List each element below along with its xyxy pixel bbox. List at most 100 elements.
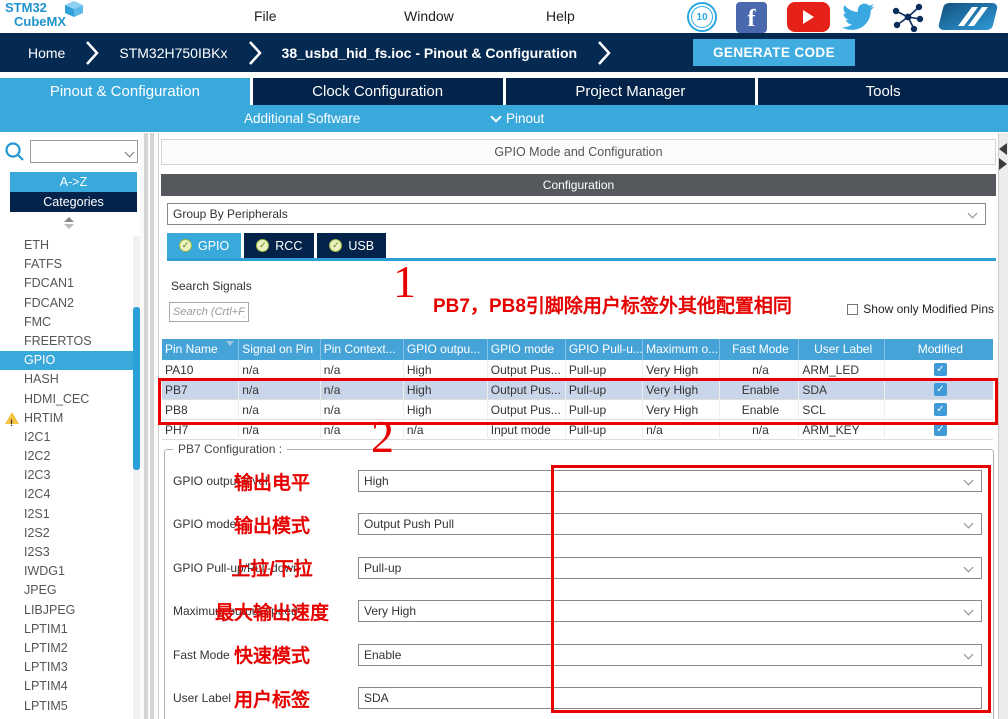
sidebar-peripheral-item[interactable]: FATFS <box>0 255 133 274</box>
sidebar-peripheral-item[interactable]: HRTIM <box>0 409 133 428</box>
sidebar-peripheral-item[interactable]: LPTIM2 <box>0 639 133 658</box>
peripheral-tab[interactable]: ✓ GPIO <box>167 233 241 258</box>
sidebar-peripheral-item[interactable]: I2C4 <box>0 485 133 504</box>
mode-config-header[interactable]: GPIO Mode and Configuration <box>161 139 996 165</box>
list-resize-handle[interactable] <box>64 217 74 229</box>
sidebar-peripheral-item[interactable]: LPTIM1 <box>0 620 133 639</box>
sidebar-peripheral-item[interactable]: I2C2 <box>0 447 133 466</box>
peripheral-tab[interactable]: ✓ USB <box>317 233 386 258</box>
sidebar-peripheral-item[interactable]: FREERTOS <box>0 332 133 351</box>
collapse-right-icon[interactable] <box>999 158 1007 170</box>
tab-project-manager[interactable]: Project Manager <box>506 78 756 105</box>
modified-checkbox[interactable]: ✓ <box>934 423 947 436</box>
breadcrumb-mcu[interactable]: STM32H750IBKx <box>119 45 227 61</box>
tab-tools[interactable]: Tools <box>758 78 1008 105</box>
config-value-dropdown[interactable]: Very High <box>358 600 982 622</box>
table-row[interactable]: PH7 n/a n/a n/a Input mode Pull-up n/a n… <box>162 420 993 440</box>
config-row: User Label 用户标签 SDA <box>173 687 982 709</box>
sidebar-scrollbar[interactable] <box>133 236 140 719</box>
sidebar-peripheral-item[interactable]: I2C1 <box>0 428 133 447</box>
config-value-dropdown[interactable]: Pull-up <box>358 557 982 579</box>
sidebar-peripheral-item[interactable]: FMC <box>0 313 133 332</box>
show-only-modified-checkbox[interactable]: Show only Modified Pins <box>847 302 994 316</box>
twitter-icon[interactable] <box>840 3 876 31</box>
table-row[interactable]: PA10 n/a n/a High Output Pus... Pull-up … <box>162 360 993 380</box>
col-user-label[interactable]: User Label <box>799 339 885 360</box>
checkbox-icon[interactable] <box>847 304 858 315</box>
col-gpio-mode[interactable]: GPIO mode <box>488 339 566 360</box>
table-row[interactable]: PB7 n/a n/a High Output Pus... Pull-up V… <box>162 380 993 400</box>
sidebar-peripheral-item[interactable]: LPTIM4 <box>0 677 133 696</box>
right-scrollbar-gutter[interactable] <box>998 133 1008 719</box>
panel-divider[interactable] <box>140 133 158 719</box>
config-value-dropdown[interactable]: Enable <box>358 644 982 666</box>
sidebar-peripheral-item[interactable]: LPTIM3 <box>0 658 133 677</box>
chevron-down-icon <box>964 476 974 486</box>
youtube-icon[interactable] <box>787 2 830 32</box>
modified-checkbox[interactable]: ✓ <box>934 403 947 416</box>
col-fast-mode[interactable]: Fast Mode <box>720 339 800 360</box>
group-by-dropdown[interactable]: Group By Peripherals <box>167 203 986 225</box>
peripheral-tab[interactable]: ✓ RCC <box>244 233 314 258</box>
sidebar-peripheral-item[interactable]: LPTIM5 <box>0 697 133 716</box>
config-field-label: GPIO Pull-up/Pull-down <box>173 561 358 575</box>
sidebar-peripheral-item[interactable]: I2C3 <box>0 466 133 485</box>
cell-pin-name: PH7 <box>162 420 239 440</box>
sort-az-button[interactable]: A->Z <box>10 172 137 192</box>
sidebar-peripheral-item[interactable]: I2S1 <box>0 505 133 524</box>
menu-window[interactable]: Window <box>404 0 454 33</box>
config-value-dropdown[interactable]: High <box>358 470 982 492</box>
modified-checkbox[interactable]: ✓ <box>934 363 947 376</box>
table-row[interactable]: PB8 n/a n/a High Output Pus... Pull-up V… <box>162 400 993 420</box>
sidebar-peripheral-item[interactable]: I2S2 <box>0 524 133 543</box>
tab-pinout-configuration[interactable]: Pinout & Configuration <box>0 78 250 105</box>
sidebar-peripheral-item[interactable]: HASH <box>0 370 133 389</box>
peripheral-sidebar: A->Z Categories ETH FATFS FDCAN1 <box>0 133 140 719</box>
col-modified[interactable]: Modified <box>885 339 993 360</box>
sidebar-search-input[interactable] <box>30 140 138 163</box>
share-network-icon[interactable] <box>892 2 924 32</box>
st-logo-icon[interactable] <box>936 1 1000 32</box>
config-row: GPIO Pull-up/Pull-down 上拉/下拉 Pull-up <box>173 557 982 579</box>
modified-checkbox[interactable]: ✓ <box>934 383 947 396</box>
col-pin-name[interactable]: Pin Name <box>162 339 239 360</box>
collapse-left-icon[interactable] <box>999 143 1007 155</box>
sidebar-peripheral-item[interactable]: I2S3 <box>0 543 133 562</box>
scrollbar-thumb[interactable] <box>133 307 140 470</box>
sidebar-peripheral-item[interactable]: HDMI_CEC <box>0 390 133 409</box>
generate-code-button[interactable]: GENERATE CODE <box>693 39 855 66</box>
col-maximum-output[interactable]: Maximum o... <box>643 339 719 360</box>
tab-clock-configuration[interactable]: Clock Configuration <box>253 78 503 105</box>
sidebar-peripheral-item[interactable]: LIBJPEG <box>0 601 133 620</box>
col-gpio-output[interactable]: GPIO outpu... <box>404 339 488 360</box>
sidebar-peripheral-item[interactable]: GPIO <box>0 351 133 370</box>
menu-file[interactable]: File <box>254 0 277 33</box>
search-signals-input[interactable] <box>169 302 249 322</box>
breadcrumb-home[interactable]: Home <box>28 45 65 61</box>
col-gpio-pull[interactable]: GPIO Pull-u... <box>566 339 643 360</box>
sidebar-peripheral-item[interactable]: JPEG <box>0 581 133 600</box>
additional-software-link[interactable]: Additional Software <box>244 105 360 132</box>
config-row: GPIO output level 输出电平 High <box>173 470 982 492</box>
config-value: Very High <box>364 604 416 618</box>
col-pin-context[interactable]: Pin Context... <box>321 339 404 360</box>
sidebar-peripheral-item[interactable]: FDCAN1 <box>0 274 133 293</box>
cell-pin-context: n/a <box>321 360 404 380</box>
config-value: Enable <box>364 648 401 662</box>
peripheral-label: LPTIM4 <box>24 679 68 693</box>
sidebar-peripheral-item[interactable]: IWDG1 <box>0 562 133 581</box>
cell-gpio-output: n/a <box>404 420 488 440</box>
cell-maximum-output: Very High <box>643 400 719 420</box>
ten-years-badge-icon[interactable]: 10 <box>687 2 717 32</box>
facebook-icon[interactable]: f <box>736 2 767 33</box>
sidebar-peripheral-item[interactable]: ETH <box>0 236 133 255</box>
logo-line1: STM32 <box>5 1 66 15</box>
categories-button[interactable]: Categories <box>10 192 137 212</box>
pinout-dropdown-label: Pinout <box>506 105 544 132</box>
pinout-dropdown[interactable]: Pinout <box>492 105 544 132</box>
sidebar-peripheral-item[interactable]: FDCAN2 <box>0 294 133 313</box>
config-value-dropdown[interactable]: Output Push Pull <box>358 513 982 535</box>
config-value-dropdown[interactable]: SDA <box>358 687 982 709</box>
col-signal-on-pin[interactable]: Signal on Pin <box>239 339 320 360</box>
menu-help[interactable]: Help <box>546 0 575 33</box>
